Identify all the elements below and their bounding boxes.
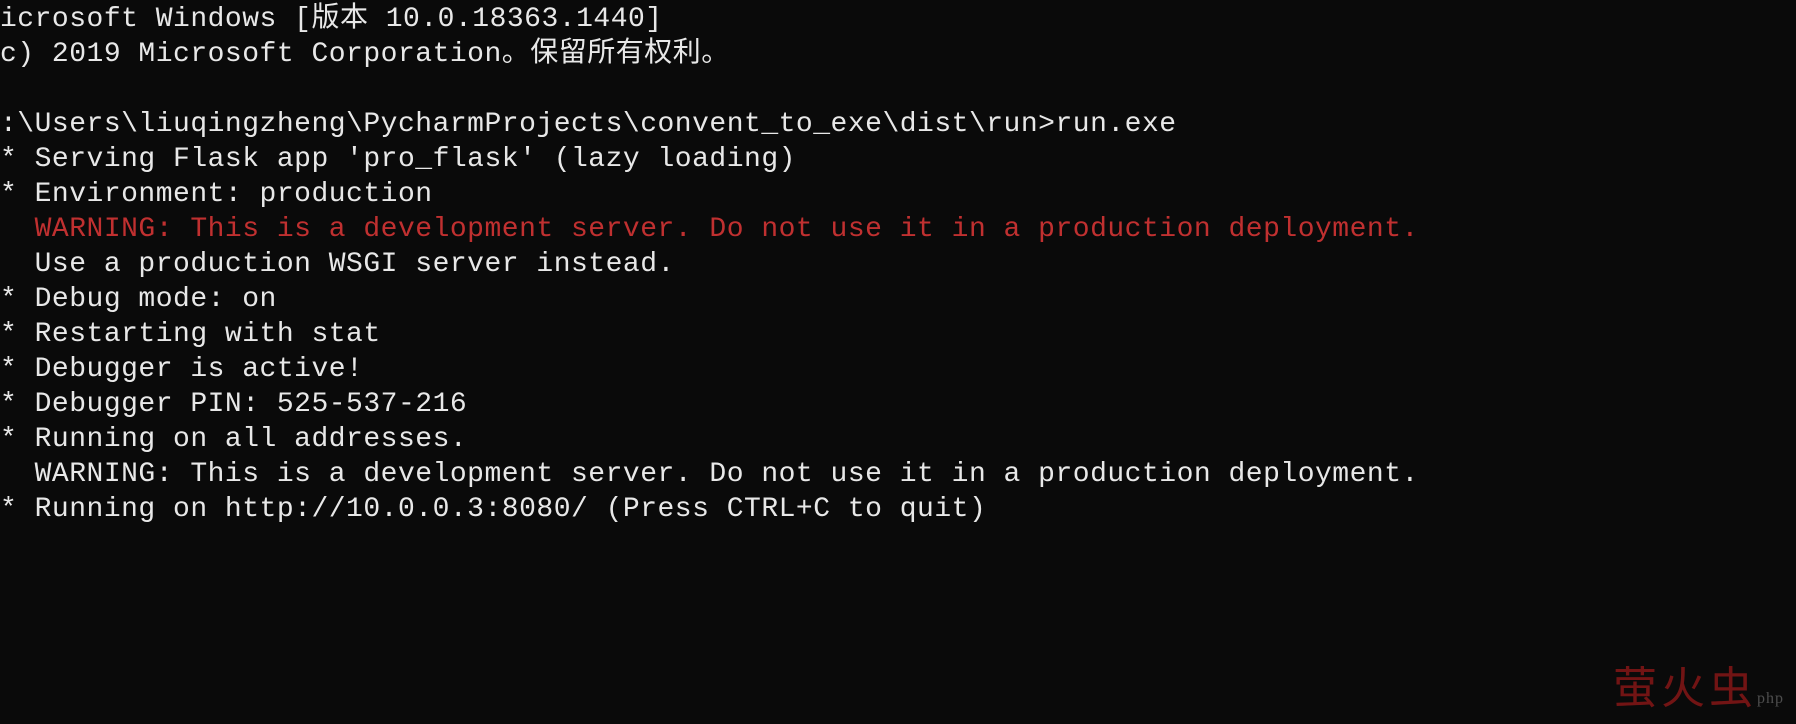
terminal-line-8: * Debug mode: on <box>0 282 1796 317</box>
terminal-line-3: :\Users\liuqingzheng\PycharmProjects\con… <box>0 107 1796 142</box>
terminal-line-9: * Restarting with stat <box>0 317 1796 352</box>
terminal-line-1: c) 2019 Microsoft Corporation。保留所有权利。 <box>0 37 1796 72</box>
terminal-line-12: * Running on all addresses. <box>0 422 1796 457</box>
terminal-line-13: WARNING: This is a development server. D… <box>0 457 1796 492</box>
watermark-sub: php <box>1757 690 1784 707</box>
terminal-output[interactable]: icrosoft Windows [版本 10.0.18363.1440]c) … <box>0 0 1796 527</box>
terminal-line-2 <box>0 72 1796 107</box>
terminal-line-0: icrosoft Windows [版本 10.0.18363.1440] <box>0 2 1796 37</box>
terminal-line-11: * Debugger PIN: 525-537-216 <box>0 387 1796 422</box>
watermark: 萤火虫php <box>1613 652 1784 716</box>
terminal-line-14: * Running on http://10.0.0.3:8080/ (Pres… <box>0 492 1796 527</box>
terminal-line-4: * Serving Flask app 'pro_flask' (lazy lo… <box>0 142 1796 177</box>
watermark-main: 萤火虫 <box>1613 664 1757 713</box>
terminal-line-10: * Debugger is active! <box>0 352 1796 387</box>
terminal-line-5: * Environment: production <box>0 177 1796 212</box>
terminal-line-6: WARNING: This is a development server. D… <box>0 212 1796 247</box>
terminal-line-7: Use a production WSGI server instead. <box>0 247 1796 282</box>
